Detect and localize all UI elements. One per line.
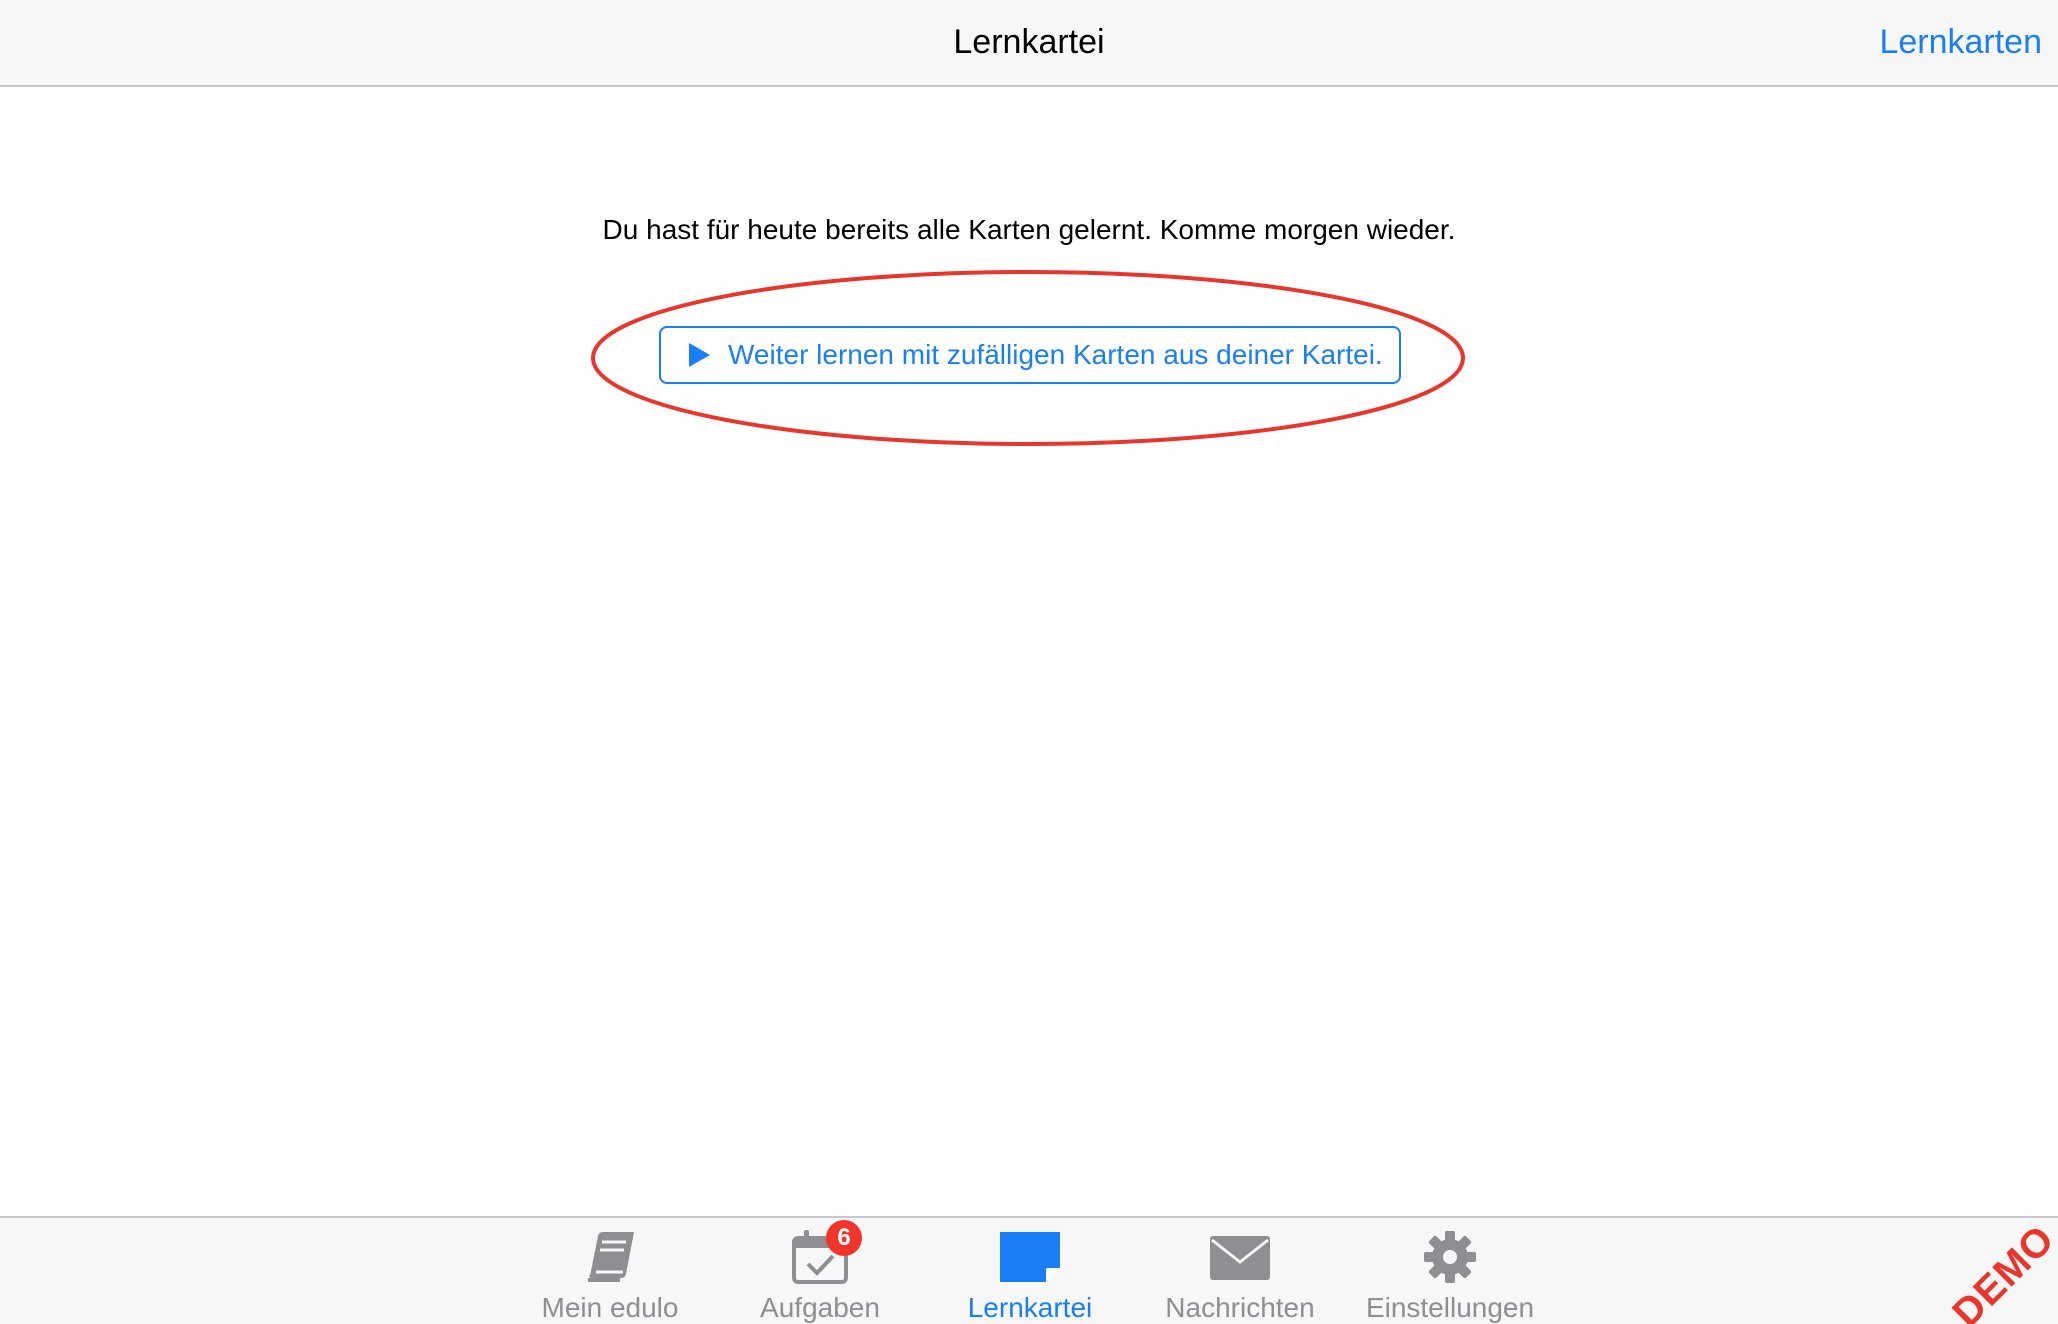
tab-label: Mein edulo	[541, 1292, 679, 1323]
flashcard-icon	[998, 1228, 1062, 1286]
tab-label: Einstellungen	[1365, 1292, 1535, 1323]
tab-aufgaben[interactable]: 6 Aufgaben	[720, 1220, 920, 1324]
tab-einstellungen[interactable]: Einstellungen	[1350, 1228, 1550, 1324]
app-screen: Lernkartei Lernkarten Du hast für heute …	[0, 0, 2058, 1324]
calendar-check-icon: 6	[788, 1220, 862, 1286]
tab-bar: Mein edulo 6 Aufgaben Lernkartei Nachric…	[0, 1216, 2058, 1324]
tab-label: Aufgaben	[760, 1292, 880, 1323]
lernkarten-button[interactable]: Lernkarten	[1879, 23, 2042, 62]
continue-button-label: Weiter lernen mit zufälligen Karten aus …	[728, 339, 1383, 370]
tab-lernkartei[interactable]: Lernkartei	[930, 1228, 1130, 1324]
navigation-bar: Lernkartei Lernkarten	[0, 0, 2058, 87]
aufgaben-badge: 6	[826, 1220, 862, 1256]
tab-nachrichten[interactable]: Nachrichten	[1140, 1228, 1340, 1324]
tab-label: Nachrichten	[1165, 1292, 1315, 1323]
book-icon	[578, 1228, 642, 1286]
tab-label: Lernkartei	[967, 1292, 1093, 1323]
completion-message: Du hast für heute bereits alle Karten ge…	[602, 214, 1456, 245]
envelope-icon	[1208, 1228, 1272, 1286]
tab-mein-edulo[interactable]: Mein edulo	[510, 1228, 710, 1324]
continue-random-cards-button[interactable]: Weiter lernen mit zufälligen Karten aus …	[659, 326, 1401, 384]
gear-icon	[1418, 1228, 1482, 1286]
play-icon	[689, 343, 710, 367]
page-title: Lernkartei	[953, 23, 1105, 61]
